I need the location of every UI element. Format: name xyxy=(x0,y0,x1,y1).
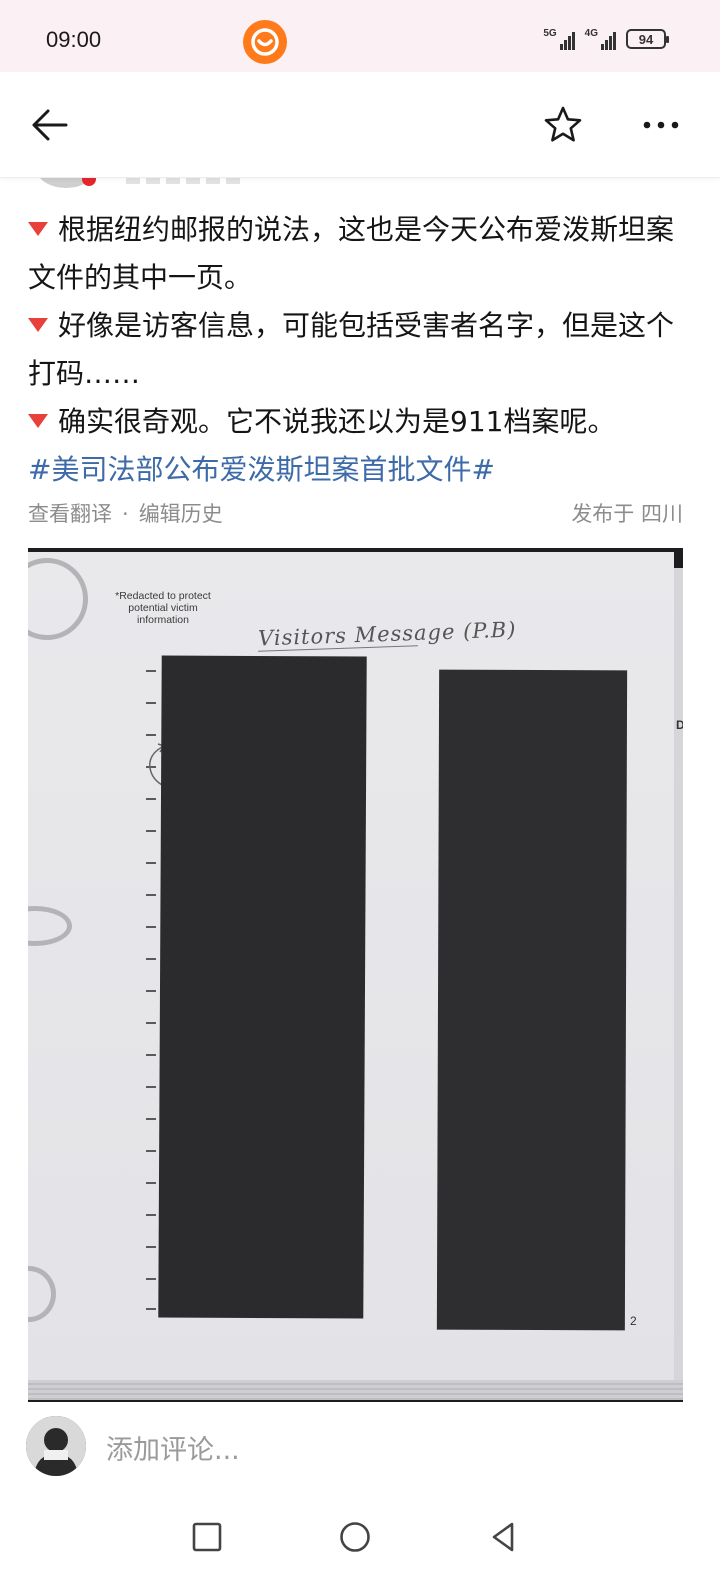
post-location: 发布于 四川 xyxy=(571,502,683,526)
app-logo-icon xyxy=(243,20,287,64)
comment-input[interactable]: 添加评论... xyxy=(106,1428,240,1467)
edit-history-link[interactable]: 编辑历史 xyxy=(139,502,223,526)
system-nav-bar xyxy=(0,1490,720,1589)
post-body: 根据纽约邮报的说法，这也是今天公布爱泼斯坦案文件的其中一页。 好像是访客信息，可… xyxy=(28,206,698,494)
next-page-mark: D xyxy=(676,718,683,732)
post-meta-row: 查看翻译 · 编辑历史 发布于 四川 xyxy=(28,498,683,528)
redaction-block-right xyxy=(436,669,628,1331)
next-page-edge xyxy=(674,568,683,1388)
more-dots-icon xyxy=(643,121,679,129)
view-translation-link[interactable]: 查看翻译 xyxy=(28,502,112,526)
recents-button[interactable] xyxy=(182,1512,232,1562)
redaction-block-left xyxy=(158,655,367,1319)
system-back-button[interactable] xyxy=(478,1512,528,1562)
verified-badge-icon xyxy=(82,178,96,186)
status-bar: 09:00 5G 4G 94 xyxy=(0,0,720,72)
status-time: 09:00 xyxy=(46,27,102,52)
red-triangle-icon xyxy=(28,414,48,428)
post-line: 确实很奇观。它不说我还以为是911档案呢。 xyxy=(28,398,698,446)
triangle-back-icon xyxy=(492,1522,514,1552)
more-button[interactable] xyxy=(638,102,684,148)
post-line: 好像是访客信息，可能包括受害者名字，但是这个打码…… xyxy=(28,309,675,390)
redaction-note: *Redacted to protect potential victim in… xyxy=(115,590,211,626)
meta-separator: · xyxy=(122,502,129,526)
post-time-peek xyxy=(126,178,246,184)
red-triangle-icon xyxy=(28,222,48,236)
comment-bar: 添加评论... xyxy=(0,1404,720,1490)
favorite-button[interactable] xyxy=(540,102,586,148)
author-row-peek xyxy=(0,178,720,188)
arrow-left-icon xyxy=(32,109,68,141)
red-triangle-icon xyxy=(28,318,48,332)
battery-level: 94 xyxy=(638,31,654,47)
signal-4g-icon: 4G xyxy=(585,28,616,50)
home-button[interactable] xyxy=(330,1512,380,1562)
battery-icon: 94 xyxy=(626,29,669,49)
document-page: *Redacted to protect potential victim in… xyxy=(28,552,674,1384)
status-icons: 5G 4G 94 xyxy=(543,28,669,50)
post-image[interactable]: *Redacted to protect potential victim in… xyxy=(28,548,683,1402)
hashtag-link[interactable]: #美司法部公布爱泼斯坦案首批文件# xyxy=(28,446,698,494)
back-button[interactable] xyxy=(26,102,72,148)
post-line: 根据纽约邮报的说法，这也是今天公布爱泼斯坦案文件的其中一页。 xyxy=(28,213,675,294)
star-outline-icon xyxy=(544,106,582,142)
page-number: 2 xyxy=(630,1314,637,1328)
circle-icon xyxy=(340,1522,370,1552)
top-nav xyxy=(0,72,720,178)
signal-5g-icon: 5G xyxy=(543,28,575,50)
user-avatar[interactable] xyxy=(26,1416,86,1476)
page-stack-edge xyxy=(28,1380,683,1400)
square-icon xyxy=(192,1522,222,1552)
